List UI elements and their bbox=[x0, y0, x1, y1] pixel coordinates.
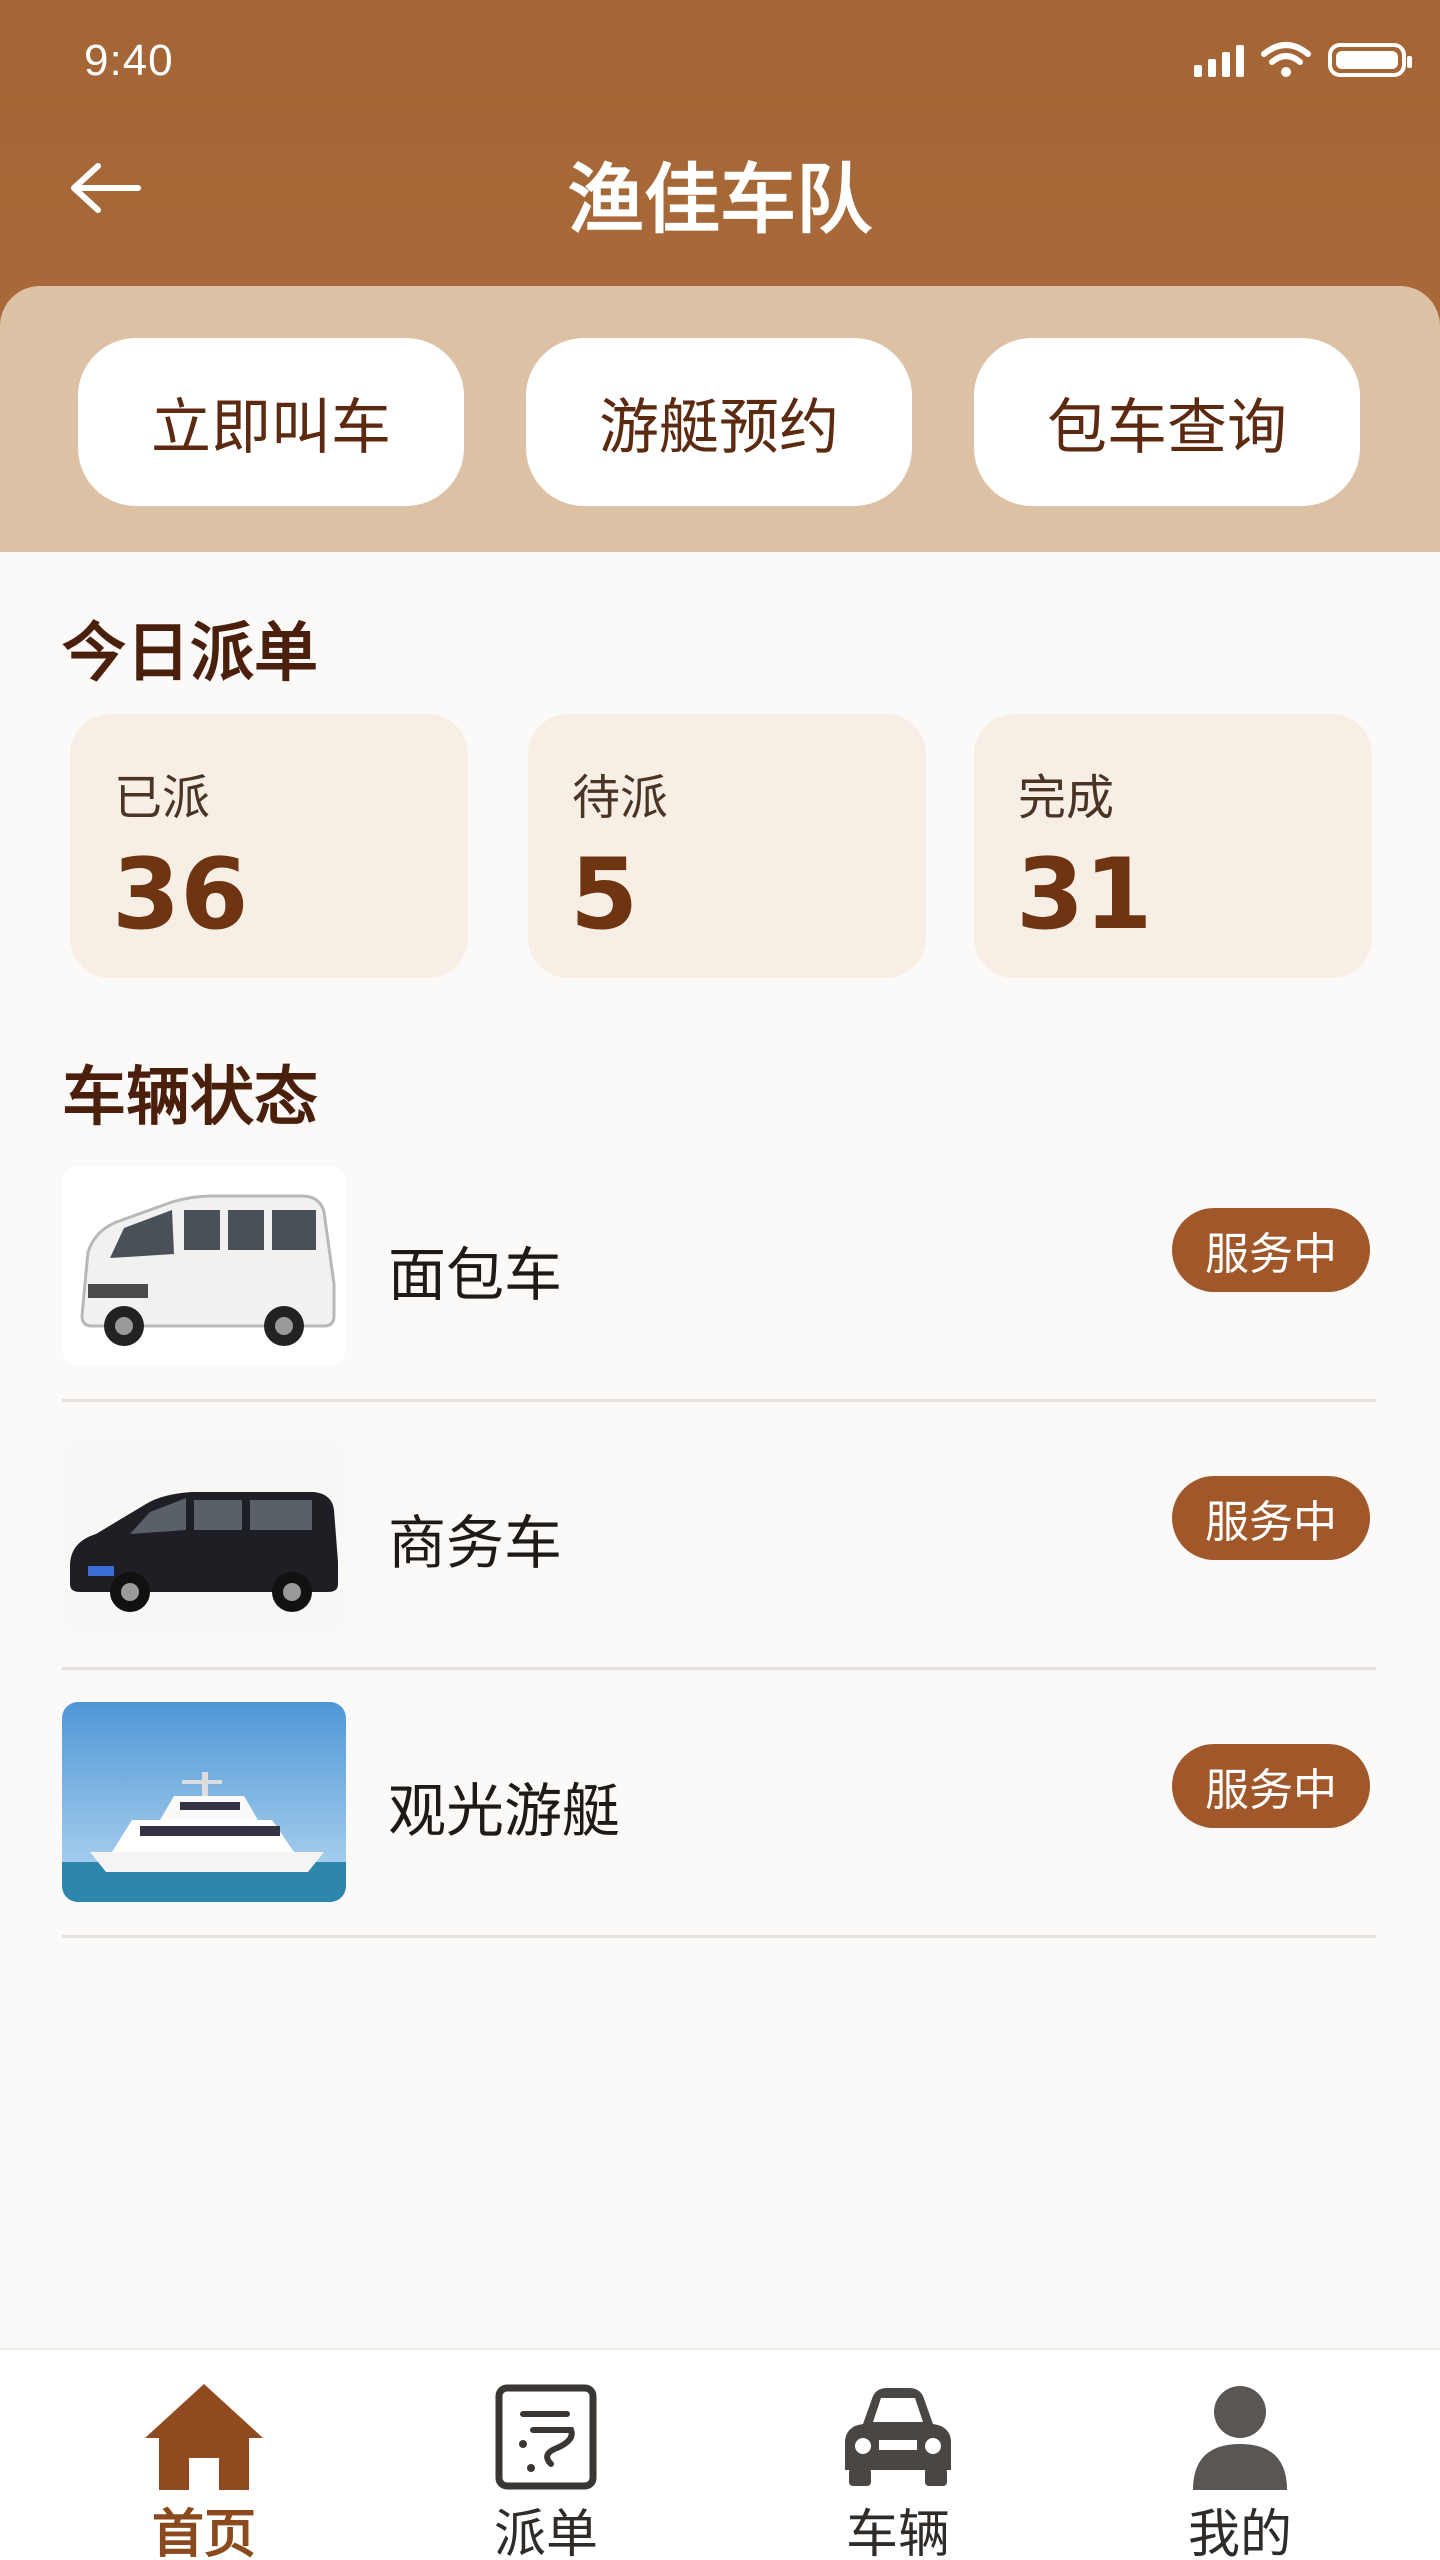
status-icons bbox=[1194, 40, 1412, 80]
nav-mine[interactable]: 我的 bbox=[1060, 2350, 1420, 2560]
vehicle-row-van[interactable]: 面包车 服务中 bbox=[62, 1136, 1376, 1402]
yacht-booking-button[interactable]: 游艇预约 bbox=[526, 338, 912, 506]
stat-label: 已派 bbox=[114, 770, 211, 826]
nav-label: 车辆 bbox=[845, 2505, 950, 2560]
status-badge: 服务中 bbox=[1172, 1744, 1370, 1828]
stat-label: 完成 bbox=[1018, 770, 1115, 826]
vehicle-name: 面包车 bbox=[388, 1241, 563, 1309]
nav-home[interactable]: 首页 bbox=[24, 2350, 384, 2560]
vehicle-section-title: 车辆状态 bbox=[62, 1061, 318, 1135]
dispatch-icon bbox=[495, 2384, 597, 2490]
battery-icon bbox=[1328, 43, 1412, 77]
stat-card-dispatched[interactable]: 已派 36 bbox=[70, 714, 468, 978]
vehicle-row-yacht[interactable]: 观光游艇 服务中 bbox=[62, 1672, 1376, 1938]
bottom-nav: 首页 派单 车辆 我的 bbox=[0, 2348, 1440, 2560]
nav-label: 首页 bbox=[151, 2505, 256, 2560]
yacht-icon bbox=[62, 1702, 346, 1902]
white-van-icon bbox=[62, 1166, 346, 1366]
call-car-button[interactable]: 立即叫车 bbox=[78, 338, 464, 506]
stat-value: 5 bbox=[570, 838, 639, 952]
black-mpv-icon bbox=[62, 1434, 346, 1634]
status-time: 9:40 bbox=[84, 36, 174, 85]
status-badge: 服务中 bbox=[1172, 1476, 1370, 1560]
status-badge: 服务中 bbox=[1172, 1208, 1370, 1292]
stat-label: 待派 bbox=[572, 770, 669, 826]
nav-vehicles[interactable]: 车辆 bbox=[718, 2350, 1078, 2560]
stat-card-pending[interactable]: 待派 5 bbox=[528, 714, 926, 978]
quick-actions-panel: 立即叫车 游艇预约 包车查询 bbox=[0, 286, 1440, 552]
status-bar: 9:40 bbox=[0, 0, 1440, 120]
vehicle-name: 观光游艇 bbox=[388, 1777, 621, 1845]
home-icon bbox=[145, 2384, 263, 2490]
nav-label: 派单 bbox=[493, 2505, 598, 2560]
app-header: 9:40 渔佳车队 bbox=[0, 0, 1440, 330]
dispatch-section-title: 今日派单 bbox=[62, 617, 318, 691]
nav-label: 我的 bbox=[1187, 2505, 1292, 2560]
page-title: 渔佳车队 bbox=[568, 155, 872, 244]
vehicle-name: 商务车 bbox=[388, 1509, 563, 1577]
nav-dispatch[interactable]: 派单 bbox=[366, 2350, 726, 2560]
charter-query-button[interactable]: 包车查询 bbox=[974, 338, 1360, 506]
stat-card-completed[interactable]: 完成 31 bbox=[974, 714, 1372, 978]
vehicle-row-mpv[interactable]: 商务车 服务中 bbox=[62, 1404, 1376, 1670]
wifi-icon bbox=[1261, 42, 1311, 77]
car-icon bbox=[845, 2388, 951, 2486]
stat-value: 36 bbox=[112, 838, 249, 952]
user-icon bbox=[1193, 2386, 1287, 2490]
signal-icon bbox=[1194, 43, 1244, 77]
stat-value: 31 bbox=[1016, 838, 1153, 952]
